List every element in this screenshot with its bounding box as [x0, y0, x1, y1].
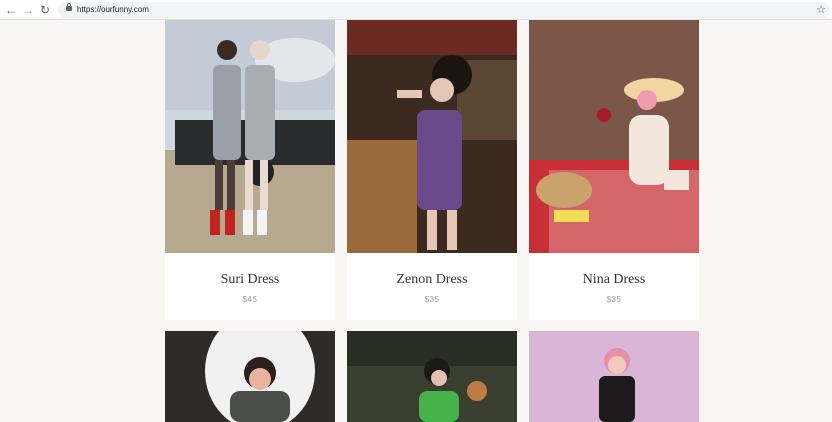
star-icon[interactable]: ☆: [816, 2, 826, 18]
product-photo: [165, 331, 335, 422]
product-card[interactable]: [347, 331, 517, 422]
address-bar[interactable]: https://ourfunny.com ☆: [58, 2, 830, 18]
product-image[interactable]: [347, 20, 517, 253]
product-card-zenon[interactable]: Zenon Dress $35: [347, 20, 517, 320]
product-photo: [347, 20, 517, 253]
product-image[interactable]: [165, 20, 335, 253]
product-price: $35: [424, 295, 440, 304]
product-photo: [347, 331, 517, 422]
product-price: $35: [606, 295, 622, 304]
url-text[interactable]: https://ourfunny.com: [77, 4, 149, 16]
product-photo: [529, 331, 699, 422]
browser-toolbar: ← → ↻ https://ourfunny.com ☆: [0, 0, 832, 20]
product-title[interactable]: Suri Dress: [165, 272, 335, 288]
product-card-suri[interactable]: Suri Dress $45: [165, 20, 335, 320]
product-image[interactable]: [347, 331, 517, 422]
reload-icon[interactable]: ↻: [37, 2, 53, 18]
back-icon[interactable]: ←: [3, 2, 19, 18]
product-photo: [165, 20, 335, 253]
product-card-nina[interactable]: Nina Dress $35: [529, 20, 699, 320]
product-title[interactable]: Zenon Dress: [347, 272, 517, 288]
product-image[interactable]: [529, 20, 699, 253]
product-card[interactable]: [165, 331, 335, 422]
forward-icon[interactable]: →: [20, 2, 36, 18]
product-image[interactable]: [529, 331, 699, 422]
product-photo: [529, 20, 699, 253]
lock-icon: [66, 3, 72, 11]
product-card[interactable]: [529, 331, 699, 422]
product-image[interactable]: [165, 331, 335, 422]
product-price: $45: [242, 295, 258, 304]
product-title[interactable]: Nina Dress: [529, 272, 699, 288]
